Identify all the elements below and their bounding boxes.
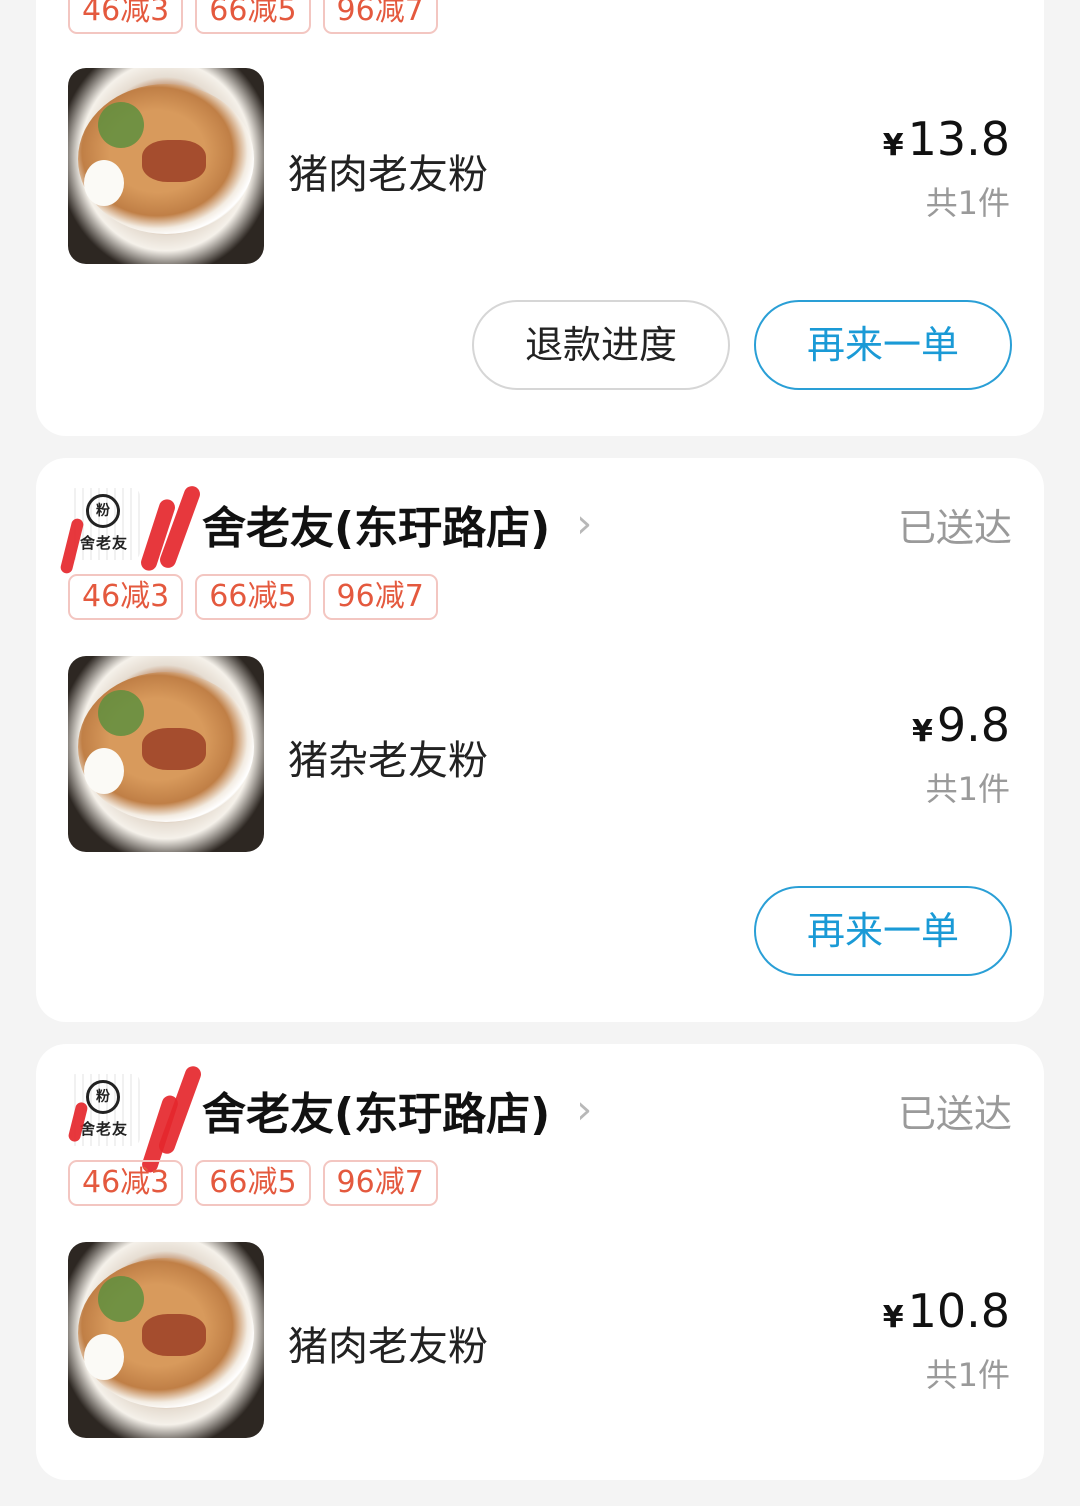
item-count: 共1件	[925, 770, 1010, 808]
logo-mark: 粉	[86, 494, 120, 528]
item-count: 共1件	[925, 184, 1010, 222]
discount-tag: 96减7	[322, 1160, 438, 1206]
order-card-2[interactable]: 粉 舍老友 舍老友(东玗路店) › 已送达 46减3 66减5 96减7 猪杂老…	[36, 458, 1044, 1022]
shop-header[interactable]: 粉 舍老友 舍老友(东玗路店) › 已送达	[67, 1064, 1012, 1175]
order-card-1[interactable]: 46减3 66减5 96减7 猪肉老友粉 ¥13.8 共1件 退款进度 再来一单	[36, 0, 1044, 436]
item-count: 共1件	[925, 1356, 1010, 1394]
discount-tag: 46减3	[68, 574, 184, 620]
shop-name[interactable]: 舍老友(东玗路店)	[202, 1078, 550, 1142]
product-price: ¥13.8	[883, 112, 1010, 166]
shop-name[interactable]: 舍老友(东玗路店)	[202, 492, 550, 556]
product-image[interactable]	[68, 656, 264, 852]
shop-header[interactable]: 粉 舍老友 舍老友(东玗路店) › 已送达	[59, 483, 1012, 575]
discount-tag: 96减7	[322, 574, 438, 620]
discount-tags: 46减3 66减5 96减7	[68, 0, 438, 34]
discount-tags: 46减3 66减5 96减7	[68, 1160, 438, 1206]
discount-tag: 96减7	[322, 0, 438, 34]
currency-symbol: ¥	[911, 714, 933, 749]
reorder-button[interactable]: 再来一单	[754, 886, 1012, 976]
product-price: ¥9.8	[912, 698, 1010, 752]
discount-tag: 66减5	[195, 574, 311, 620]
currency-symbol: ¥	[882, 1300, 904, 1335]
discount-tag: 66减5	[195, 1160, 311, 1206]
chevron-right-icon[interactable]: ›	[576, 1090, 592, 1130]
discount-tag: 46减3	[68, 1160, 184, 1206]
price-value: 9.8	[936, 698, 1010, 752]
discount-tag: 46减3	[68, 0, 184, 34]
price-value: 10.8	[907, 1284, 1010, 1338]
order-list-page: 46减3 66减5 96减7 猪肉老友粉 ¥13.8 共1件 退款进度 再来一单…	[0, 0, 1080, 1506]
refund-progress-button[interactable]: 退款进度	[472, 300, 730, 390]
discount-tags: 46减3 66减5 96减7	[68, 574, 438, 620]
product-name: 猪肉老友粉	[288, 152, 488, 198]
order-status: 已送达	[897, 1091, 1012, 1136]
product-name: 猪杂老友粉	[288, 738, 488, 784]
currency-symbol: ¥	[882, 128, 904, 163]
product-image[interactable]	[68, 1242, 264, 1438]
order-card-3[interactable]: 粉 舍老友 舍老友(东玗路店) › 已送达 46减3 66减5 96减7 猪肉老…	[36, 1044, 1044, 1480]
logo-mark: 粉	[86, 1080, 120, 1114]
discount-tag: 66减5	[195, 0, 311, 34]
shop-logo: 粉 舍老友	[59, 483, 203, 575]
price-value: 13.8	[907, 112, 1010, 166]
product-price: ¥10.8	[883, 1284, 1010, 1338]
product-name: 猪肉老友粉	[288, 1324, 488, 1370]
reorder-button[interactable]: 再来一单	[754, 300, 1012, 390]
shop-logo: 粉 舍老友	[67, 1064, 204, 1175]
chevron-right-icon[interactable]: ›	[576, 504, 592, 544]
order-status: 已送达	[897, 505, 1012, 550]
product-image[interactable]	[68, 68, 264, 264]
